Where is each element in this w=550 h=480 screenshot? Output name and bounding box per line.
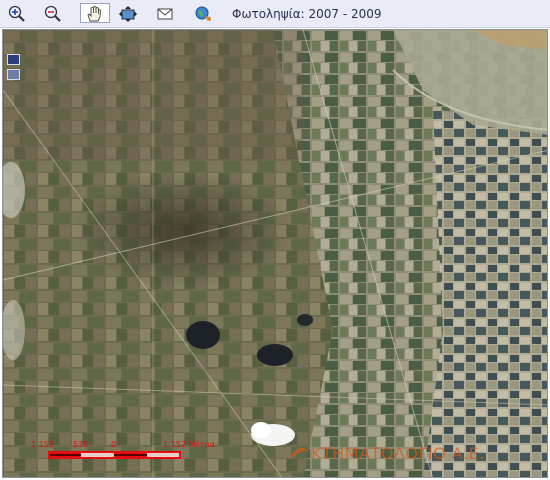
globe-refresh-button[interactable] bbox=[192, 3, 212, 23]
cadastre-watermark: ΚΤΗΜΑΤΟΛΟΓΙΟ Α.Ε. bbox=[311, 444, 485, 463]
full-extent-icon bbox=[119, 6, 137, 22]
globe-refresh-icon bbox=[195, 6, 211, 21]
map-viewport[interactable]: 1.152 576 0 1.152 Μέτρα ΚΤΗΜΑΤΟΛΟΓΙΟ Α.Ε… bbox=[2, 29, 548, 478]
scale-label-right: 1.152 Μέτρα bbox=[163, 440, 215, 449]
zoom-in-icon bbox=[8, 5, 25, 22]
zoom-out-icon bbox=[44, 5, 61, 22]
envelope-icon bbox=[157, 8, 173, 20]
envelope-button[interactable] bbox=[154, 3, 174, 23]
zoom-in-button[interactable] bbox=[6, 3, 26, 23]
aerial-imagery bbox=[3, 30, 547, 477]
photo-date-caption: Φωτοληψία: 2007 - 2009 bbox=[232, 7, 382, 21]
scale-bar bbox=[48, 451, 181, 459]
layer-button-1[interactable] bbox=[7, 54, 20, 65]
full-extent-button[interactable] bbox=[117, 3, 137, 23]
cadastre-logo-icon bbox=[291, 447, 309, 458]
zoom-out-button[interactable] bbox=[42, 3, 62, 23]
pan-hand-icon bbox=[87, 6, 101, 22]
layer-button-2[interactable] bbox=[7, 69, 20, 80]
scale-label-left: 1.152 bbox=[31, 440, 54, 449]
pan-button[interactable] bbox=[80, 3, 110, 23]
scale-label-mid: 576 bbox=[73, 440, 89, 449]
scale-label-zero: 0 bbox=[111, 440, 117, 449]
map-toolbar: Φωτοληψία: 2007 - 2009 bbox=[0, 0, 550, 28]
